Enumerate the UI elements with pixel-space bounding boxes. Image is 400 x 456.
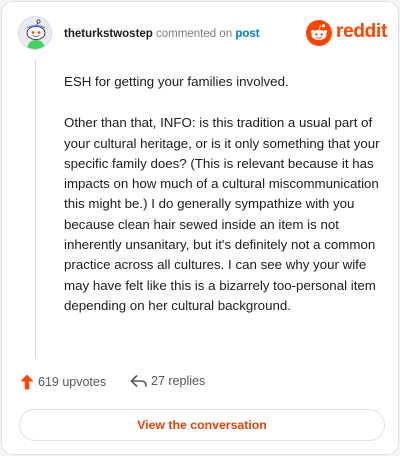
- comment-paragraph: Other than that, INFO: is this tradition…: [64, 115, 380, 313]
- upvote-count: 619 upvotes: [38, 375, 107, 389]
- reddit-logo[interactable]: reddit: [306, 20, 387, 46]
- comment-card: theturkstwostep commented on post reddit: [1, 1, 399, 455]
- brand-wordmark: reddit: [336, 21, 387, 42]
- comment-body: ESH for getting your families involved. …: [64, 72, 386, 337]
- reply-stat[interactable]: 27 replies: [130, 374, 205, 388]
- comment-header: theturkstwostep commented on post reddit: [18, 16, 387, 52]
- upvote-stat[interactable]: 619 upvotes: [20, 374, 106, 390]
- post-link[interactable]: post: [235, 28, 259, 40]
- snoo-avatar-icon[interactable]: [18, 16, 52, 50]
- view-conversation-button[interactable]: View the conversation: [19, 409, 385, 441]
- reply-count: 27 replies: [151, 374, 206, 388]
- thread-line: [35, 60, 36, 358]
- comment-meta: theturkstwostep commented on post: [64, 28, 260, 40]
- action-text: commented on: [156, 28, 233, 40]
- comment-paragraph: ESH for getting your families involved.: [64, 74, 289, 89]
- reply-arrow-icon: [130, 374, 147, 388]
- reddit-logo-icon: [306, 20, 332, 46]
- username-link[interactable]: theturkstwostep: [64, 28, 153, 40]
- upvote-arrow-icon: [20, 374, 34, 390]
